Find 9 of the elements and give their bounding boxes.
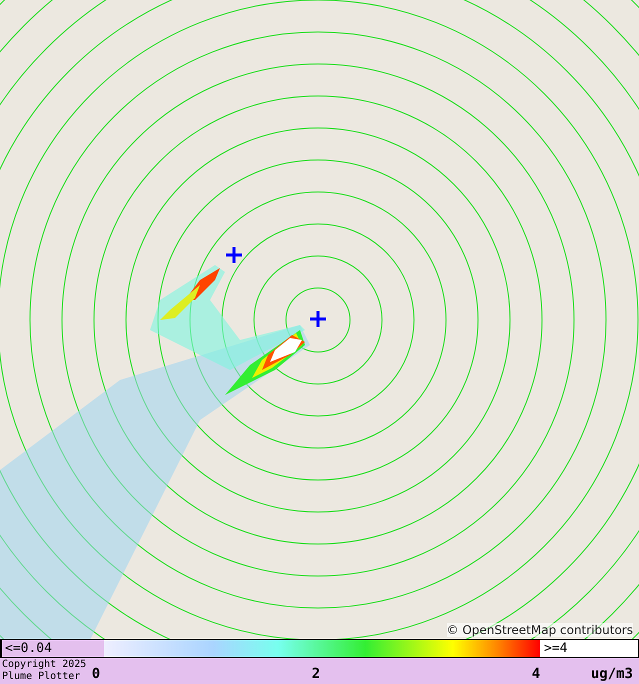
scale-tick-label: 2 <box>312 666 320 682</box>
unit-label: ug/m3 <box>590 665 634 684</box>
receptor-marker-icon <box>310 311 326 327</box>
map-attribution: © OpenStreetMap contributors <box>446 623 633 637</box>
high-range-label: >=4 <box>540 640 638 657</box>
scale-tick-label: 4 <box>532 666 540 682</box>
scale-tick-label: 0 <box>92 666 100 682</box>
source-marker-icon <box>226 247 242 263</box>
map-placeholder[interactable]: © OpenStreetMap contributors <box>0 0 639 639</box>
